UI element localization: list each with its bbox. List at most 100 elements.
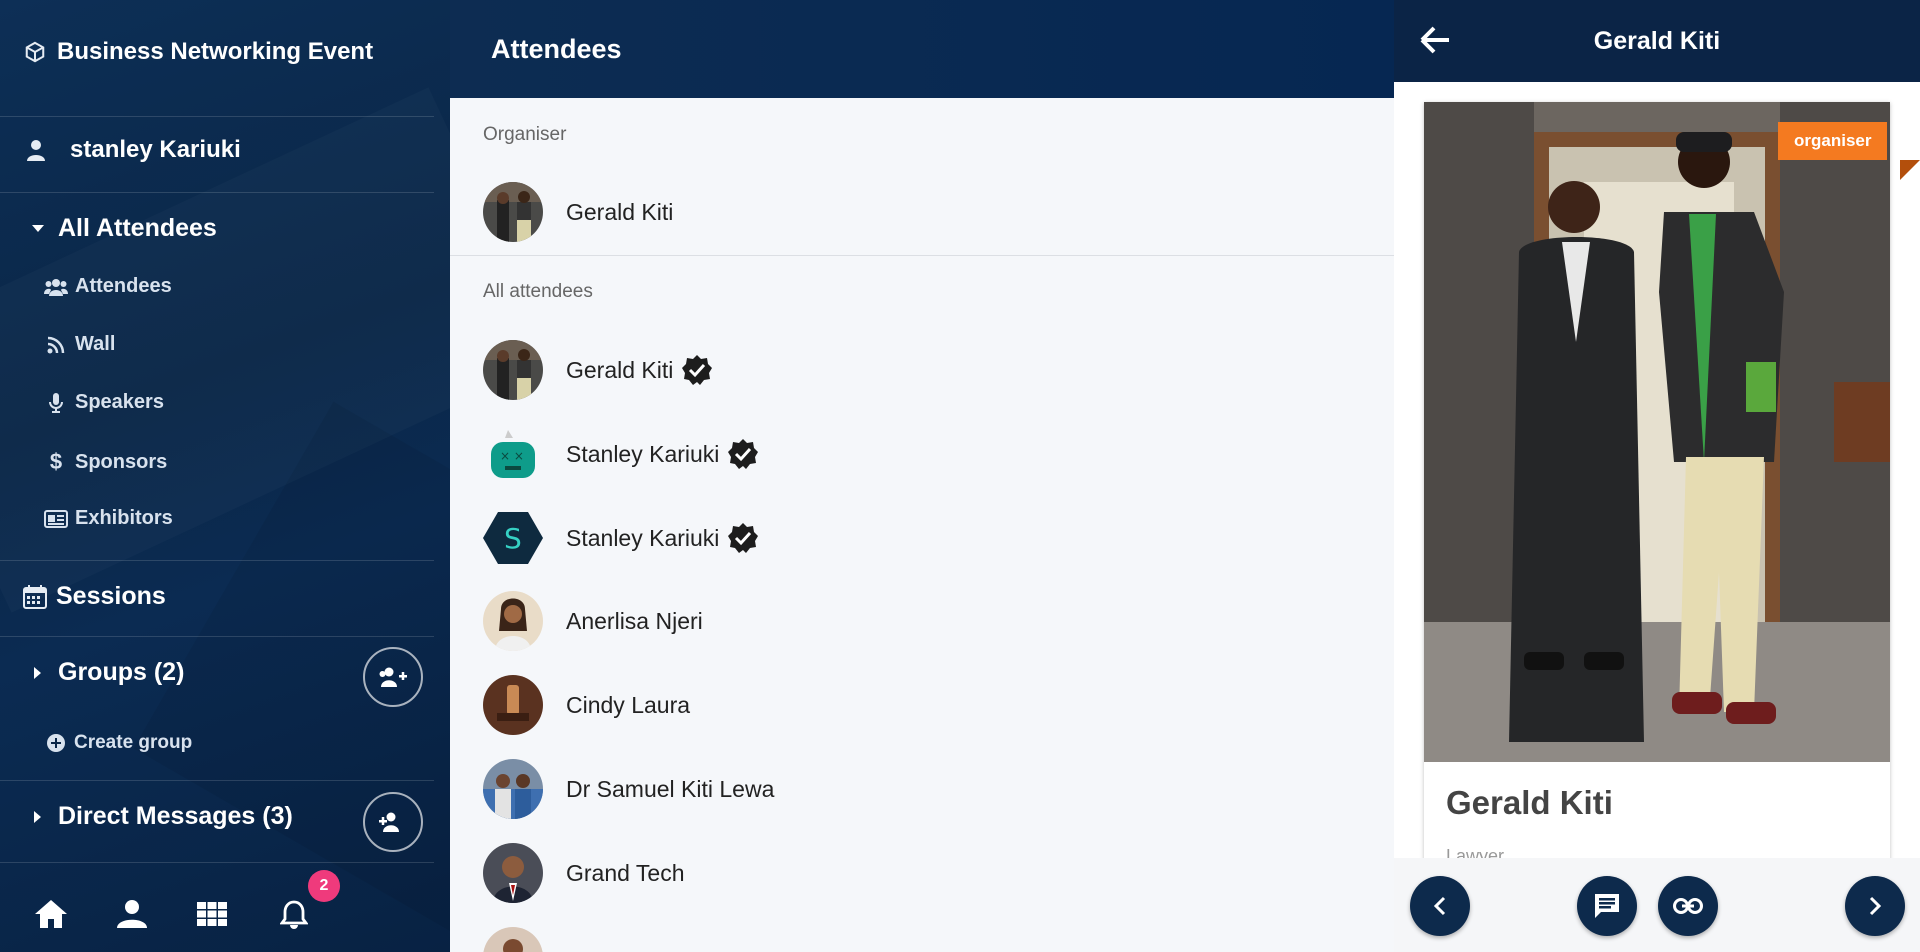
notification-badge: 2 <box>308 870 340 902</box>
profile-icon[interactable] <box>117 900 147 928</box>
attendee-row[interactable]: S Stanley Kariuki <box>483 507 759 569</box>
sidebar-item-label: Speakers <box>75 391 164 413</box>
sidebar-item-sponsors[interactable]: $ Sponsors <box>44 449 450 475</box>
calendar-icon <box>22 584 48 609</box>
attendee-name: Anerlisa Njeri <box>566 607 703 634</box>
attendee-row[interactable]: Anerlisa Njeri <box>483 590 703 652</box>
link-icon <box>1673 898 1703 914</box>
svg-text:× ×: × × <box>500 449 524 463</box>
attendee-name: Stanley Kariuki <box>566 440 720 467</box>
attendee-name: Cindy Laura <box>566 691 691 718</box>
groups-toggle[interactable]: Groups (2) <box>32 658 332 687</box>
sidebar-item-label: Attendees <box>75 275 172 297</box>
profile-photo <box>1424 102 1890 762</box>
all-attendees-label: All Attendees <box>58 214 217 242</box>
organiser-badge: organiser <box>1778 122 1888 160</box>
grid-icon[interactable] <box>197 902 227 926</box>
event-title-row[interactable]: Business Networking Event <box>20 38 450 66</box>
rss-icon <box>44 336 68 354</box>
microphone-icon <box>44 392 68 413</box>
message-button[interactable] <box>1577 876 1637 936</box>
all-attendees-section-label: All attendees <box>483 281 593 302</box>
attendee-row[interactable]: Cindy Laura <box>483 674 690 736</box>
attendee-row-partial[interactable] <box>483 926 543 952</box>
user-plus-icon <box>379 812 407 832</box>
sessions-item[interactable]: Sessions <box>22 582 450 611</box>
user-profile-row[interactable]: stanley Kariuki <box>24 136 450 164</box>
attendee-row[interactable]: Gerald Kiti <box>483 339 713 401</box>
attendee-name: Gerald Kiti <box>566 356 674 383</box>
svg-text:S: S <box>504 522 522 555</box>
avatar <box>483 675 543 735</box>
profile-card: organiser Gerald Kiti Lawyer <box>1424 102 1920 866</box>
caret-down-icon <box>30 224 46 233</box>
attendees-header: Attendees <box>450 0 1394 98</box>
add-group-member-button[interactable] <box>363 647 423 707</box>
create-group-button[interactable]: Create group <box>46 732 450 754</box>
sidebar-item-attendees[interactable]: Attendees <box>44 275 450 298</box>
divider <box>0 780 434 781</box>
avatar <box>483 843 543 903</box>
divider <box>450 255 1394 256</box>
profile-footer <box>1394 858 1920 952</box>
direct-messages-toggle[interactable]: Direct Messages (3) <box>32 802 352 831</box>
avatar <box>483 591 543 651</box>
attendees-panel: Attendees Organiser Gerald Kiti All atte… <box>450 0 1394 952</box>
next-button[interactable] <box>1845 876 1905 936</box>
attendee-name: Stanley Kariuki <box>566 524 720 551</box>
back-arrow-icon[interactable] <box>1420 25 1450 55</box>
divider <box>0 862 434 863</box>
divider <box>0 116 434 117</box>
attendee-row[interactable]: × × Stanley Kariuki <box>483 423 759 485</box>
attendee-name: Dr Samuel Kiti Lewa <box>566 775 775 802</box>
create-group-label: Create group <box>74 732 193 753</box>
attendee-name: Gerald Kiti <box>566 198 674 225</box>
divider <box>0 560 434 561</box>
attendee-row[interactable]: Grand Tech <box>483 842 684 904</box>
sidebar-item-speakers[interactable]: Speakers <box>44 391 450 414</box>
caret-right-icon <box>32 810 44 823</box>
page-title: Attendees <box>491 33 622 64</box>
new-direct-message-button[interactable] <box>363 792 423 852</box>
divider <box>0 192 434 193</box>
chevron-left-icon <box>1433 896 1447 916</box>
organiser-badge-fold <box>1900 160 1920 180</box>
sidebar-item-label: Exhibitors <box>75 507 173 529</box>
avatar <box>483 182 543 242</box>
sidebar-item-label: Sponsors <box>75 450 168 473</box>
sidebar-item-exhibitors[interactable]: Exhibitors <box>44 507 450 530</box>
link-button[interactable] <box>1658 876 1718 936</box>
caret-right-icon <box>32 666 44 679</box>
verified-badge-icon <box>727 438 759 470</box>
profile-header: Gerald Kiti <box>1394 0 1920 82</box>
organiser-row[interactable]: Gerald Kiti <box>483 181 673 243</box>
sidebar-item-label: Wall <box>75 333 116 355</box>
user-name: stanley Kariuki <box>70 136 241 163</box>
cube-icon <box>20 41 50 63</box>
sidebar-item-wall[interactable]: Wall <box>44 333 450 356</box>
event-title: Business Networking Event <box>57 38 374 65</box>
all-attendees-toggle[interactable]: All Attendees <box>30 214 450 243</box>
user-icon <box>24 139 48 161</box>
avatar <box>483 759 543 819</box>
sidebar: Business Networking Event stanley Kariuk… <box>0 0 450 952</box>
avatar <box>483 340 543 400</box>
home-icon[interactable] <box>35 900 67 928</box>
direct-messages-label: Direct Messages (3) <box>58 802 293 830</box>
attendee-row[interactable]: Dr Samuel Kiti Lewa <box>483 758 774 820</box>
avatar: S <box>483 508 543 568</box>
attendee-name: Grand Tech <box>566 859 685 886</box>
divider <box>0 636 434 637</box>
sessions-label: Sessions <box>56 582 166 610</box>
verified-badge-icon <box>681 354 713 386</box>
profile-header-title: Gerald Kiti <box>1593 26 1721 55</box>
avatar <box>483 927 543 952</box>
avatar: × × <box>483 424 543 484</box>
users-plus-icon <box>379 667 407 687</box>
organiser-section-label: Organiser <box>483 124 567 145</box>
previous-button[interactable] <box>1410 876 1470 936</box>
dollar-icon: $ <box>49 449 63 474</box>
groups-label: Groups (2) <box>58 658 185 686</box>
bell-icon[interactable] <box>280 900 308 930</box>
chat-icon <box>1593 892 1621 920</box>
